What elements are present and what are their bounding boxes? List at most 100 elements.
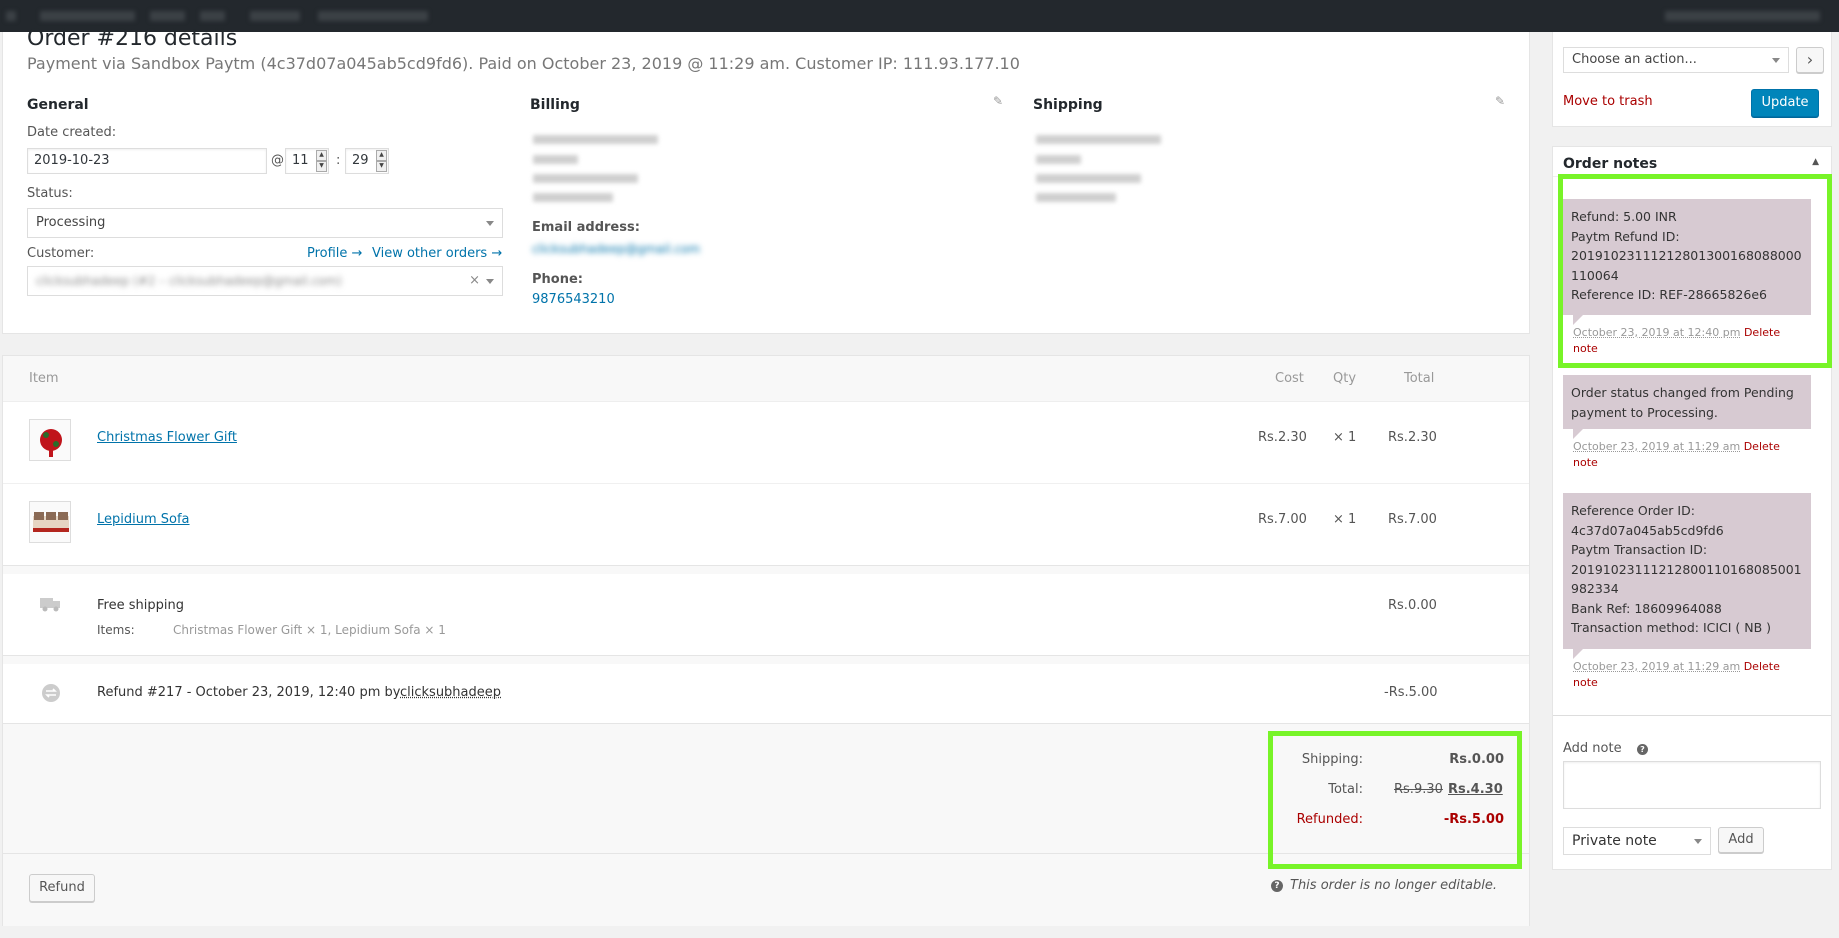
payment-summary: Payment via Sandbox Paytm (4c37d07a045ab… [27, 54, 1020, 73]
product-thumbnail [29, 419, 71, 461]
refund-button[interactable]: Refund [29, 874, 95, 902]
down-arrow-icon[interactable]: ▼ [316, 161, 327, 172]
pencil-icon[interactable]: ✎ [993, 94, 1003, 108]
note-line: 20191023111212800110168085001 [1571, 561, 1802, 577]
pencil-icon[interactable]: ✎ [1495, 94, 1505, 108]
note-type-select[interactable]: Private note [1563, 827, 1711, 855]
phone-link[interactable]: 9876543210 [532, 292, 615, 307]
order-action-value: Choose an action... [1572, 52, 1697, 67]
product-thumbnail [29, 501, 71, 543]
items-table-header: Item Cost Qty Total [3, 356, 1529, 402]
updates-link[interactable] [150, 11, 185, 21]
note-line: Paytm Transaction ID: [1571, 542, 1708, 557]
item-name-link[interactable]: Christmas Flower Gift [97, 430, 237, 445]
item-column-header: Item [29, 371, 59, 386]
note-line: 982334 [1571, 581, 1619, 596]
site-name-link[interactable] [40, 11, 135, 21]
shipping-items-value: Christmas Flower Gift × 1, Lepidium Sofa… [173, 623, 446, 637]
item-total: Rs.7.00 [1388, 512, 1437, 527]
note-type-value: Private note [1572, 833, 1657, 849]
minute-spinner[interactable]: ▲ ▼ [376, 150, 387, 172]
help-icon[interactable]: ? [1637, 744, 1648, 755]
delete-note-link[interactable]: Delete [1744, 440, 1780, 453]
up-arrow-icon[interactable]: ▲ [376, 150, 387, 161]
note-line: Bank Ref: 18609964088 [1571, 600, 1722, 616]
note-date: October 23, 2019 at 11:29 am [1573, 660, 1741, 673]
status-value: Processing [36, 215, 106, 230]
view-other-orders-link[interactable]: View other orders → [372, 246, 502, 261]
up-arrow-icon[interactable]: ▲ [316, 150, 327, 161]
refund-user: clicksubhadeep [400, 685, 502, 700]
move-to-trash-link[interactable]: Move to trash [1563, 94, 1653, 109]
collapse-toggle-icon[interactable]: ▲ [1812, 157, 1819, 167]
delete-note-link-cont[interactable]: note [1573, 676, 1598, 689]
refund-description: Refund #217 - October 23, 2019, 12:40 pm… [97, 685, 401, 700]
user-account-link[interactable] [1665, 11, 1820, 21]
date-created-label: Date created: [27, 125, 117, 140]
order-notes-header[interactable]: Order notes ▲ [1553, 147, 1831, 177]
update-button[interactable]: Update [1751, 89, 1819, 117]
table-row: Christmas Flower Gift Rs.2.30 × 1 Rs.2.3… [3, 402, 1529, 484]
customer-select[interactable]: clicksubhadeep (#2 – clicksubhadeep@gmai… [27, 266, 503, 296]
order-details-panel: Order #216 details Payment via Sandbox P… [2, 26, 1530, 334]
add-note-textarea[interactable] [1563, 761, 1821, 809]
table-row: Lepidium Sofa Rs.7.00 × 1 Rs.7.00 [3, 484, 1529, 566]
comments-link[interactable] [200, 11, 225, 21]
delete-note-link[interactable]: Delete [1744, 660, 1780, 673]
totals-highlight [1268, 731, 1522, 869]
hour-spinner[interactable]: ▲ ▼ [316, 150, 327, 172]
clear-icon[interactable]: × [469, 267, 480, 295]
note-line: Order status changed from Pending [1571, 385, 1794, 400]
item-qty: × 1 [1333, 430, 1357, 445]
note-line: Reference Order ID: [1571, 503, 1695, 518]
date-created-input[interactable]: 2019-10-23 [27, 148, 267, 174]
chevron-down-icon [1694, 839, 1702, 844]
hour-input[interactable]: 11 ▲ ▼ [285, 148, 329, 174]
order-action-select[interactable]: Choose an action... [1563, 47, 1789, 73]
not-editable-notice: This order is no longer editable. [1290, 878, 1498, 893]
chevron-down-icon [1772, 58, 1780, 63]
add-note-label: Add note [1563, 741, 1622, 756]
profile-link[interactable]: Profile → [307, 246, 362, 261]
wp-logo-icon[interactable] [6, 11, 16, 21]
truck-icon [40, 596, 62, 612]
admin-bar [0, 0, 1839, 32]
refund-amount: -Rs.5.00 [1384, 685, 1438, 700]
shipping-method-name: Free shipping [97, 598, 184, 613]
customer-value: clicksubhadeep (#2 – clicksubhadeep@gmai… [36, 274, 342, 288]
email-link[interactable]: clicksubhadeep@gmail.com [532, 242, 700, 256]
shipping-total: Rs.0.00 [1388, 598, 1437, 613]
cost-column-header: Cost [1275, 371, 1304, 386]
delete-note-link-cont[interactable]: note [1573, 456, 1598, 469]
order-note: Order status changed from Pending paymen… [1563, 375, 1811, 429]
status-label: Status: [27, 186, 73, 201]
refund-icon [41, 683, 61, 703]
note-line: payment to Processing. [1571, 404, 1718, 420]
refund-row: Refund #217 - October 23, 2019, 12:40 pm… [3, 664, 1529, 724]
item-name-link[interactable]: Lepidium Sofa [97, 512, 190, 527]
order-note: Reference Order ID: 4c37d07a045ab5cd9fd6… [1563, 493, 1811, 649]
membership-link[interactable] [318, 11, 428, 21]
minute-input[interactable]: 29 ▲ ▼ [345, 148, 389, 174]
item-total: Rs.2.30 [1388, 430, 1437, 445]
divider [1553, 715, 1831, 716]
qty-column-header: Qty [1333, 371, 1357, 386]
order-notes-heading: Order notes [1563, 156, 1658, 172]
customer-label: Customer: [27, 246, 95, 261]
note-line: 4c37d07a045ab5cd9fd6 [1571, 522, 1724, 538]
hour-value: 11 [292, 153, 309, 168]
shipping-heading: Shipping [1033, 97, 1103, 113]
chevron-down-icon [486, 221, 494, 226]
down-arrow-icon[interactable]: ▼ [376, 161, 387, 172]
billing-heading: Billing [530, 97, 580, 113]
note-meta: October 23, 2019 at 11:29 am Delete note [1573, 659, 1780, 690]
new-content-link[interactable] [250, 11, 300, 21]
note-date: October 23, 2019 at 11:29 am [1573, 440, 1741, 453]
note-line: Transaction method: ICICI ( NB ) [1571, 620, 1772, 635]
add-note-button[interactable]: Add [1718, 827, 1764, 853]
total-column-header: Total [1404, 371, 1435, 386]
apply-action-button[interactable]: › [1796, 47, 1824, 73]
help-icon: ? [1271, 880, 1283, 892]
at-separator: @ [271, 153, 284, 168]
status-select[interactable]: Processing [27, 208, 503, 238]
